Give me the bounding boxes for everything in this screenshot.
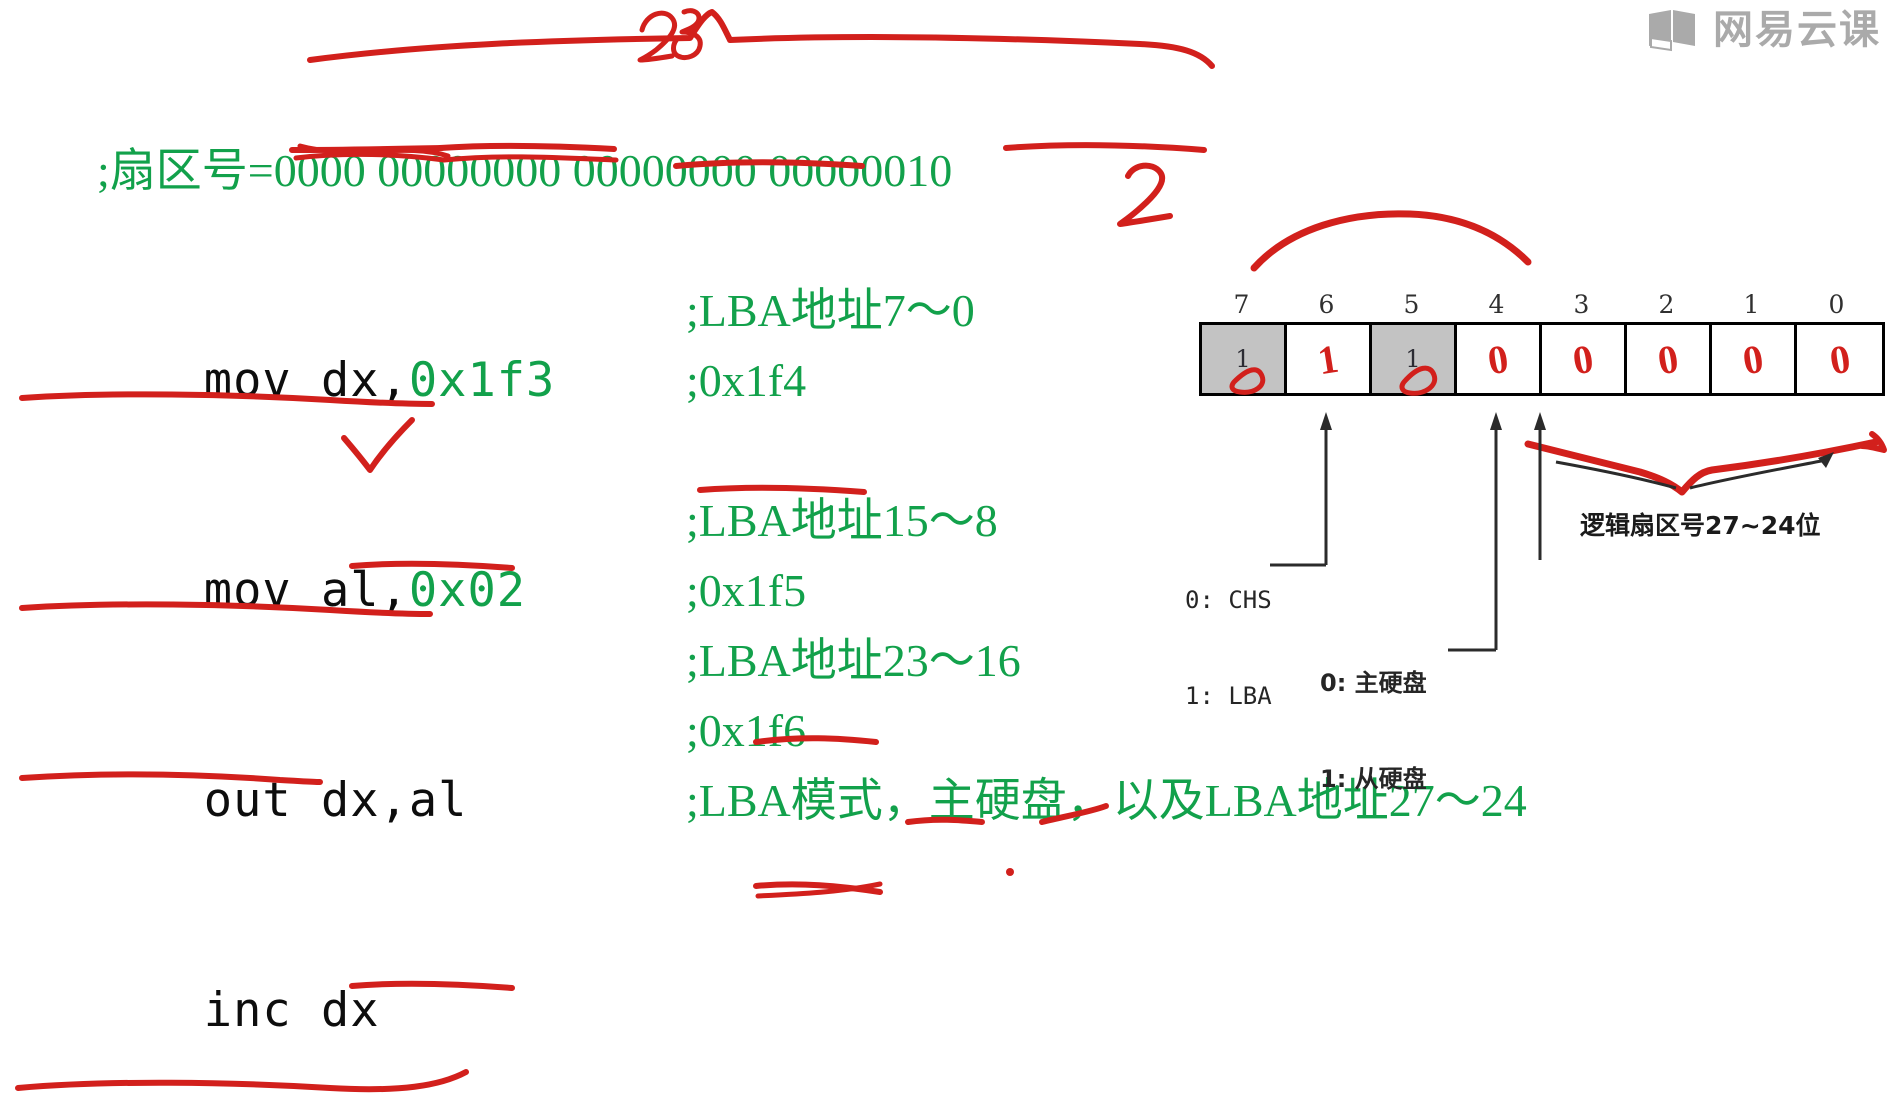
callout-line: 0: CHS: [1185, 586, 1272, 614]
bit-cell: 1: [1202, 325, 1287, 393]
bit-value-handwritten: 0: [1484, 335, 1512, 383]
code-line: inc dx: [28, 906, 952, 1102]
bit-index: 5: [1403, 290, 1420, 319]
device-register-bit-table: 7 6 5 4 3 2 1 0 1 1 1 0 0 0 0 0: [1199, 288, 1885, 396]
bit-index: 2: [1658, 290, 1675, 319]
comment-line: [686, 206, 1527, 276]
watermark-text: 网易云课: [1713, 7, 1881, 53]
bit-value-handwritten: 0: [1569, 335, 1597, 383]
bit-index: 3: [1573, 290, 1590, 319]
callout-line: 1: LBA: [1185, 682, 1272, 710]
bit-value: 1: [1235, 345, 1251, 373]
bit-index: 0: [1828, 290, 1845, 319]
code-mnemonic: mov dx,: [203, 353, 409, 408]
bit-index: 4: [1488, 290, 1505, 319]
bit-cell: 0: [1627, 325, 1712, 393]
bit-cell: 1: [1372, 325, 1457, 393]
comment-line: [686, 416, 1527, 486]
bit-cell: 0: [1797, 325, 1882, 393]
code-mnemonic: mov al,: [203, 563, 409, 618]
comment-line: ;LBA地址15～8: [686, 495, 998, 546]
bit-index: 1: [1743, 290, 1760, 319]
callout-line: 0: 主硬盘: [1320, 669, 1427, 697]
bit-value: 1: [1405, 345, 1421, 373]
bit-value-handwritten: 0: [1739, 335, 1767, 383]
bit-index: 7: [1233, 290, 1250, 319]
comment-line: [686, 66, 1527, 136]
watermark: 网易云课: [1647, 8, 1881, 52]
code-mnemonic: out dx,al: [203, 773, 468, 828]
slide-canvas: 网易云课 ;扇区号=0000 00000000 00000000 0000001…: [0, 0, 1903, 1102]
bit-value-handwritten: 0: [1826, 335, 1853, 383]
callout-logical-sector-bits: 逻辑扇区号27~24位: [1580, 511, 1821, 540]
bit-cell: 1: [1287, 325, 1372, 393]
code-operand: 0x02: [408, 563, 527, 618]
bit-index: 6: [1318, 290, 1335, 319]
code-operand: 0x1f3: [408, 353, 556, 408]
callout-drive-select: 0: 主硬盘 1: 从硬盘: [1320, 603, 1427, 859]
bit-index-row: 7 6 5 4 3 2 1 0: [1199, 288, 1885, 322]
callout-addressing-mode: 0: CHS 1: LBA: [1185, 520, 1272, 776]
code-mnemonic: inc dx: [203, 983, 380, 1038]
bit-cell: 0: [1542, 325, 1627, 393]
bit-value-handwritten: 0: [1654, 335, 1682, 383]
bit-cell: 0: [1457, 325, 1542, 393]
bit-cell-row: 1 1 1 0 0 0 0 0: [1199, 322, 1885, 396]
callout-line: 1: 从硬盘: [1320, 765, 1427, 793]
book-icon: [1647, 8, 1699, 52]
bit-value-handwritten: 1: [1314, 335, 1342, 383]
comment-line: [686, 136, 1527, 206]
bit-cell: 0: [1712, 325, 1797, 393]
